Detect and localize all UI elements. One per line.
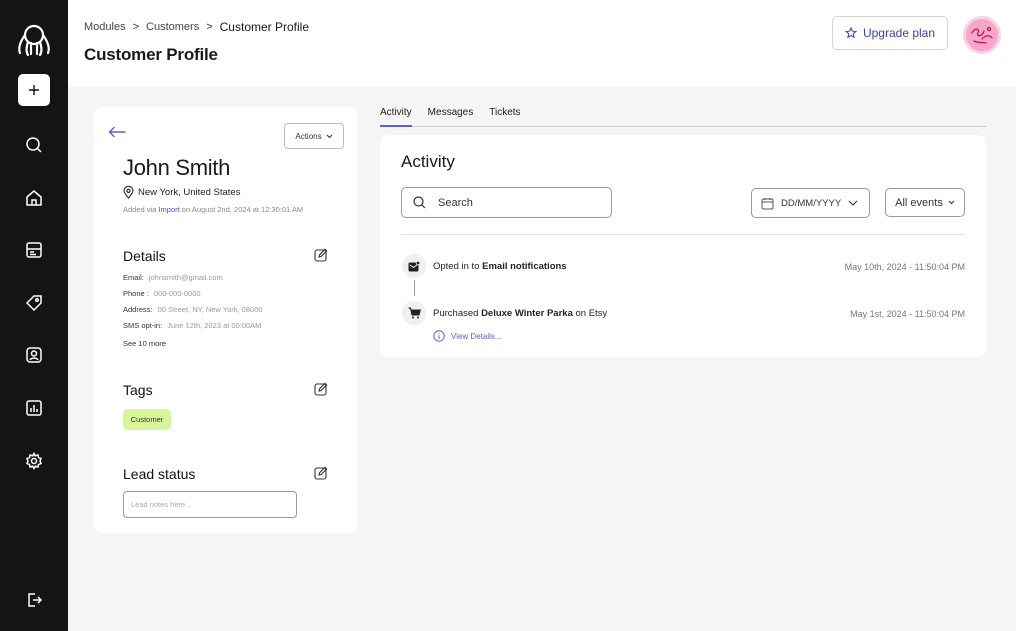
search-icon[interactable] <box>24 135 44 155</box>
inbox-icon[interactable] <box>24 240 44 260</box>
chevron-down-icon <box>948 200 955 205</box>
added-via-suffix: on August 2nd, 2024 at 12:30:01 AM <box>179 205 304 214</box>
actions-label: Actions <box>295 131 322 141</box>
detail-value: johnsmith@gmail.com <box>148 273 223 282</box>
breadcrumb-customers[interactable]: Customers <box>146 21 199 33</box>
chevron-down-icon <box>848 200 858 206</box>
star-icon <box>844 27 857 39</box>
page-title: Customer Profile <box>84 45 218 64</box>
tag-customer[interactable]: Customer <box>123 409 171 430</box>
event-subject: Deluxe Winter Parka <box>481 308 573 319</box>
search-input[interactable] <box>438 196 588 209</box>
back-arrow-icon[interactable] <box>108 125 126 143</box>
customer-name: John Smith <box>123 155 231 180</box>
date-picker[interactable]: DD/MM/YYYY <box>751 188 870 218</box>
breadcrumb-separator: > <box>132 21 140 33</box>
added-via-text: Added via Import on August 2nd, 2024 at … <box>123 205 303 214</box>
detail-label: Address: <box>123 305 153 314</box>
detail-value: June 12th, 2023 at 00:00AM <box>167 321 262 330</box>
tab-messages[interactable]: Messages <box>428 100 474 127</box>
detail-value: 000-000-0000 <box>153 289 201 298</box>
header: Modules > Customers > Customer Profile C… <box>68 0 1016 87</box>
search-box[interactable] <box>401 187 612 218</box>
settings-icon[interactable] <box>24 451 44 471</box>
events-filter-label: All events <box>895 196 943 209</box>
import-link[interactable]: Import <box>158 205 179 214</box>
view-details-link[interactable]: View Details... <box>433 330 502 342</box>
lead-notes-input[interactable] <box>123 491 297 518</box>
breadcrumb-current: Customer Profile <box>219 20 310 34</box>
view-details-label: View Details... <box>451 331 502 341</box>
tag-icon[interactable] <box>24 293 44 313</box>
avatar-logo-icon <box>971 26 993 44</box>
home-icon[interactable] <box>24 188 44 208</box>
cart-icon <box>402 301 426 325</box>
detail-sms-optin: SMS opt-in: June 12th, 2023 at 00:00AM <box>123 321 261 330</box>
search-icon <box>413 196 426 209</box>
analytics-icon[interactable] <box>24 398 44 418</box>
activity-title: Activity <box>401 152 455 171</box>
event-text: Purchased Deluxe Winter Parka on Etsy <box>433 308 607 319</box>
details-title: Details <box>123 248 166 264</box>
avatar[interactable] <box>963 16 1001 54</box>
activity-card: Activity DD/MM/YYYY All events Opted in … <box>380 135 986 357</box>
event-suffix: on Etsy <box>572 308 608 319</box>
edit-details-icon[interactable] <box>314 248 328 262</box>
detail-phone: Phone : 000-000-0000 <box>123 289 201 298</box>
customer-location: New York, United States <box>123 186 240 199</box>
info-icon <box>433 330 445 342</box>
breadcrumb: Modules > Customers > Customer Profile <box>84 20 309 34</box>
logo-icon[interactable] <box>14 20 54 60</box>
event-time: May 1st, 2024 - 11:50:04 PM <box>850 309 965 319</box>
logout-icon[interactable] <box>24 590 44 610</box>
event-time: May 10th, 2024 - 11:50:04 PM <box>844 262 965 272</box>
location-pin-icon <box>123 186 134 199</box>
mail-icon <box>402 254 426 278</box>
detail-email: Email: johnsmith@gmail.com <box>123 273 223 282</box>
contacts-icon[interactable] <box>24 345 44 365</box>
edit-lead-status-icon[interactable] <box>314 466 328 480</box>
upgrade-plan-button[interactable]: Upgrade plan <box>832 16 948 50</box>
detail-value: 00 Street, NY, New York, 08000 <box>157 305 263 314</box>
breadcrumb-modules[interactable]: Modules <box>84 21 126 33</box>
tab-activity[interactable]: Activity <box>380 100 412 127</box>
sidebar <box>0 0 68 631</box>
detail-label: Phone : <box>123 289 149 298</box>
edit-tags-icon[interactable] <box>314 382 328 396</box>
detail-address: Address: 00 Street, NY, New York, 08000 <box>123 305 263 314</box>
breadcrumb-separator: > <box>206 21 213 33</box>
upgrade-plan-label: Upgrade plan <box>862 26 936 40</box>
event-subject: Email notifications <box>482 261 567 272</box>
tabs: Activity Messages Tickets <box>380 100 986 127</box>
events-filter-select[interactable]: All events <box>885 188 965 217</box>
divider <box>401 234 965 235</box>
add-button[interactable] <box>18 74 50 106</box>
lead-status-title: Lead status <box>123 466 196 482</box>
timeline-connector <box>414 280 415 296</box>
location-text: New York, United States <box>138 187 241 198</box>
detail-label: Email: <box>123 273 144 282</box>
chevron-down-icon <box>326 134 332 138</box>
profile-card: Actions John Smith New York, United Stat… <box>94 107 357 533</box>
tags-title: Tags <box>123 382 153 398</box>
event-text: Opted in to Email notifications <box>433 261 567 272</box>
see-more-link[interactable]: See 10 more <box>123 339 166 348</box>
event-prefix: Opted in to <box>433 261 483 272</box>
event-prefix: Purchased <box>433 308 482 319</box>
tab-tickets[interactable]: Tickets <box>489 100 520 127</box>
date-placeholder: DD/MM/YYYY <box>781 197 842 209</box>
calendar-icon <box>761 197 774 209</box>
actions-button[interactable]: Actions <box>284 123 344 149</box>
added-via-prefix: Added via <box>123 205 159 214</box>
detail-label: SMS opt-in: <box>123 321 163 330</box>
